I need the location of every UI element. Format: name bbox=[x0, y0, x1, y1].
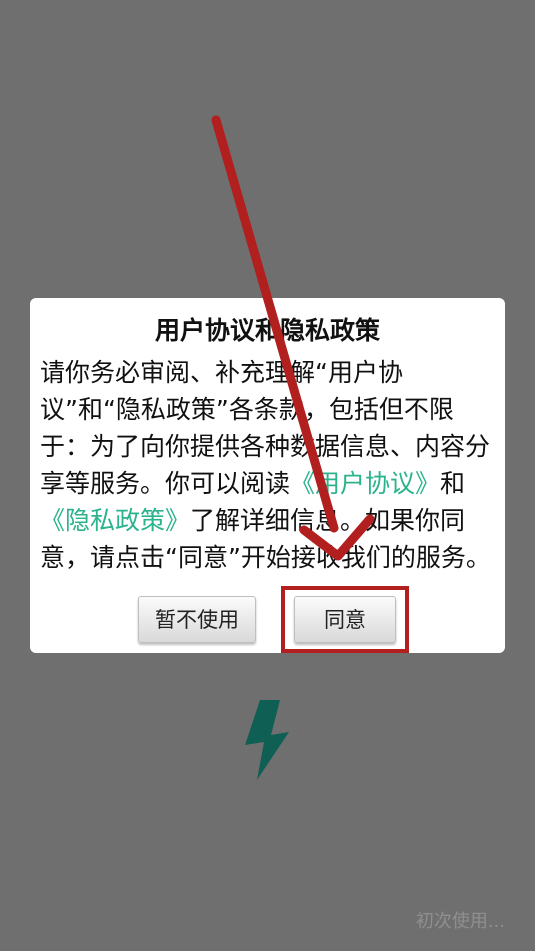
dialog-actions: 暂不使用 同意 bbox=[30, 596, 505, 644]
dialog-title: 用户协议和隐私政策 bbox=[154, 316, 380, 345]
initial-use-status: 初次使用... bbox=[415, 911, 505, 932]
privacy-policy-link[interactable]: 《隐私政策》 bbox=[40, 506, 190, 535]
lightning-bolt-icon bbox=[245, 700, 289, 780]
privacy-dialog: 用户协议和隐私政策 请你务必审阅、补充理解“用户协议”和“隐私政策”各条款，包括… bbox=[30, 298, 505, 653]
dialog-message-text-2: 和 bbox=[440, 469, 466, 498]
user-agreement-link[interactable]: 《用户协议》 bbox=[290, 469, 440, 498]
dialog-message: 请你务必审阅、补充理解“用户协议”和“隐私政策”各条款，包括但不限于：为了向你提… bbox=[40, 354, 495, 576]
decline-button[interactable]: 暂不使用 bbox=[138, 596, 256, 643]
agree-button[interactable]: 同意 bbox=[294, 596, 396, 643]
